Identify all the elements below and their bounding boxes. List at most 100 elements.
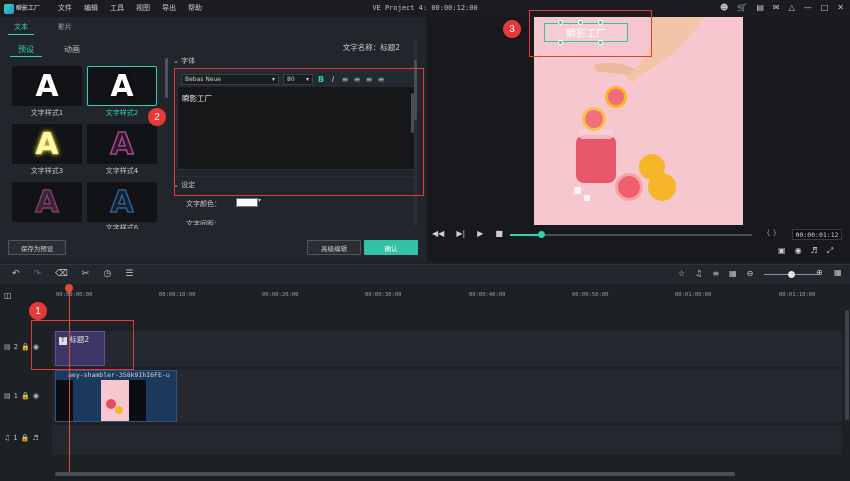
font-section-title: 字体 [181,57,196,65]
mic-icon[interactable]: ♫ [695,269,702,278]
zoom-in-icon[interactable]: ⊕ [816,268,823,277]
timeline-ruler[interactable] [0,284,850,300]
adjust-icon[interactable]: ☰ [125,269,133,279]
text-name-label: 文字名称：标题2 [342,43,400,52]
color-dropdown-icon[interactable]: ▾ [258,197,261,204]
play-icon[interactable]: ▶ [477,229,483,238]
title-clip[interactable]: T 标题2 [55,331,105,366]
add-track-icon[interactable]: ◫ [4,291,12,300]
clip-thumbnail [101,380,129,421]
text-spacing-label: 文字间距： [186,220,221,225]
track-number: 1 [13,392,19,400]
volume-icon[interactable]: ♬ [32,434,38,442]
user-icon[interactable]: ☻ [720,3,728,12]
tab-text[interactable]: 文本 [8,20,34,35]
display-icon[interactable]: ▣ [778,246,786,256]
music-track-icon: ♫ [4,434,11,442]
maximize-icon[interactable]: □ [821,3,829,12]
align-center-icon[interactable]: ≡ [353,75,361,84]
list-icon[interactable]: ≡ [712,269,719,278]
bold-icon[interactable]: B [317,75,325,84]
title-text-overlay[interactable]: 瞬影工厂 [544,23,628,42]
resize-handle[interactable] [598,40,603,45]
mic-icon[interactable]: △ [789,3,795,12]
lock-icon[interactable]: 🔒 [21,392,30,400]
annotation-badge-1: 1 [29,302,47,320]
rotate-handle[interactable] [578,20,583,25]
progress-track[interactable] [510,234,752,236]
style-card-6[interactable]: A [87,182,157,222]
minimize-icon[interactable]: — [804,3,812,12]
gallery-scrollbar[interactable] [165,58,168,98]
align-justify-icon[interactable]: ≡ [377,75,385,84]
step-icon[interactable]: ▶| [456,229,465,238]
clip-black-frame [129,380,146,421]
font-family-select[interactable]: Bebas Neue ▾ [181,73,279,85]
save-preset-button[interactable]: 保存为预设 [8,240,66,255]
settings-section-header[interactable]: ⌄ 设定 [173,176,418,190]
align-right-icon[interactable]: ≡ [365,75,373,84]
text-color-swatch[interactable] [236,198,258,207]
cart-icon[interactable]: 🛒 [737,3,747,12]
tab-presets[interactable]: 预设 [10,43,42,57]
text-editor-content[interactable]: 瞬影工厂 [182,93,212,104]
resize-handle[interactable] [558,40,563,45]
annotation-badge-2: 2 [148,108,166,126]
text-clip-icon: T [59,337,67,345]
split-icon[interactable]: ▦ [729,269,737,278]
eye-icon[interactable]: ◉ [33,343,39,351]
align-left-icon[interactable]: ≡ [341,75,349,84]
chevron-down-icon: ⌄ [173,57,179,65]
tab-film[interactable]: 影片 [52,20,78,35]
playhead-line[interactable] [69,285,70,476]
font-section-header[interactable]: ⌄ 字体 [173,56,195,66]
timeline-horizontal-scrollbar[interactable] [55,472,735,476]
style-card-5[interactable]: A [12,182,82,222]
undo-icon[interactable]: ↶ [12,269,20,279]
fullscreen-icon[interactable]: ⤢ [827,246,833,256]
style-label-6: 文字样式6 [105,224,139,229]
mail-icon[interactable]: ✉ [773,3,780,12]
confirm-button[interactable]: 确认 [364,240,418,255]
shield-icon[interactable]: ☆ [678,269,685,278]
tab-animation[interactable]: 动画 [56,43,88,57]
cut-icon[interactable]: ✂ [82,269,90,279]
style-card-2[interactable]: A [87,66,157,106]
lock-icon[interactable]: 🔒 [21,434,30,442]
resize-handle[interactable] [598,20,603,25]
progress-handle[interactable] [538,231,545,238]
settings-section-title: 设定 [181,181,196,189]
style-card-3[interactable]: A [12,124,82,164]
timer-icon[interactable]: ◷ [103,269,111,279]
lock-icon[interactable]: 🔒 [21,343,30,351]
save-icon[interactable]: ▤ [756,3,764,12]
title-track-row[interactable] [52,331,842,367]
redo-icon[interactable]: ↷ [34,269,42,279]
dropdown-arrow-icon: ▾ [271,75,275,83]
delete-icon[interactable]: ⌫ [55,269,68,279]
style-card-4[interactable]: A [87,124,157,164]
italic-icon[interactable]: I [329,75,337,84]
font-size-select[interactable]: 80 ▾ [283,73,313,85]
ruler-tick-label: 00:01:10:00 [779,292,816,298]
annotation-badge-3: 3 [503,20,521,38]
grid-icon[interactable]: ▦ [834,268,842,277]
advanced-edit-button[interactable]: 高级编辑 [307,240,361,255]
snapshot-icon[interactable]: ◉ [795,246,802,256]
resize-handle[interactable] [558,20,563,25]
eye-icon[interactable]: ◉ [33,392,39,400]
timeline-vertical-scrollbar[interactable] [845,310,849,420]
volume-icon[interactable]: ♬ [811,246,818,256]
zoom-slider-handle[interactable] [788,271,795,278]
settings-scrollbar[interactable] [414,60,417,120]
preview-canvas[interactable] [534,17,743,225]
stop-icon[interactable]: ■ [495,229,503,238]
audio-track-row[interactable] [52,425,842,455]
zoom-out-icon[interactable]: ⊖ [747,269,754,278]
close-icon[interactable]: ✕ [837,3,844,12]
bracket-icons[interactable]: { } [766,229,777,237]
title-bar: 瞬影工厂 文件 编辑 工具 视图 导出 帮助 VE Project 4: 00:… [0,0,850,17]
video-clip[interactable]: aey-shambler-358k9IhI6FE-u [55,370,177,422]
prev-frame-icon[interactable]: ◀◀ [432,229,444,238]
style-card-1[interactable]: A [12,66,82,106]
